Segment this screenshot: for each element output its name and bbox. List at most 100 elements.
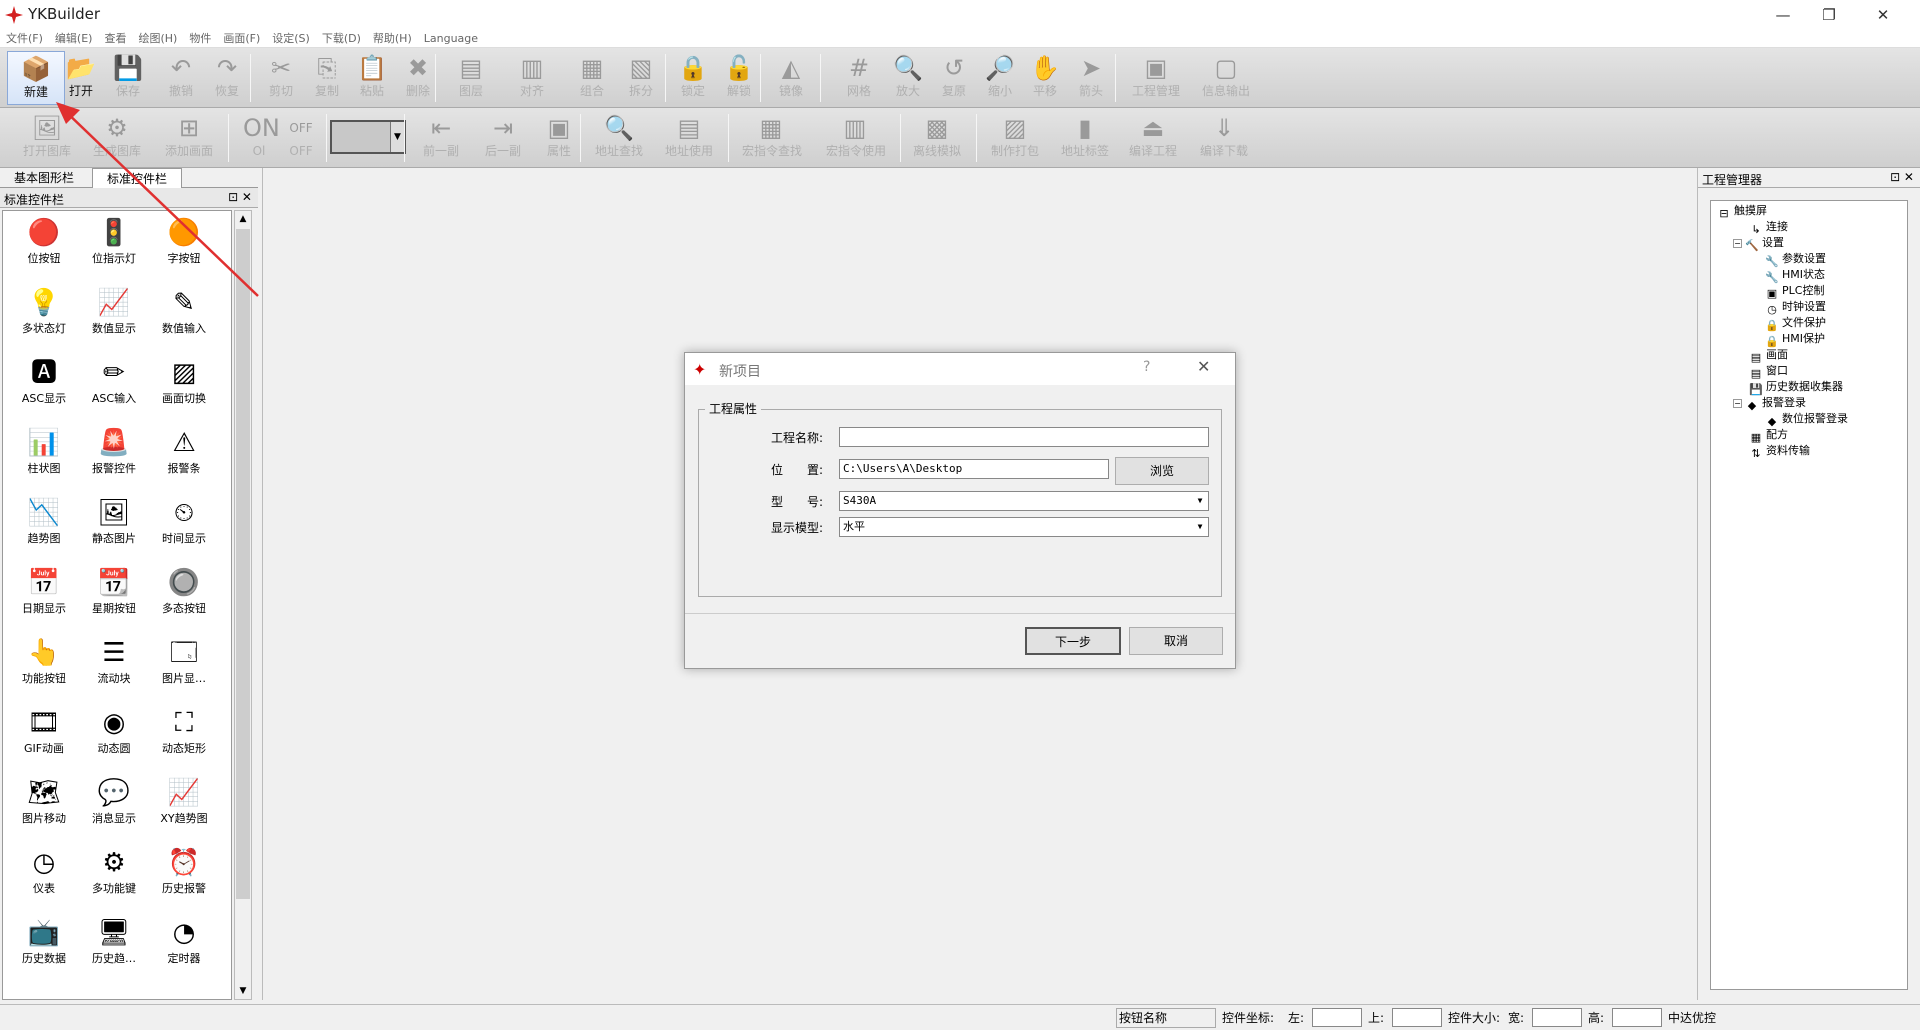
component-item[interactable]: 📆 星期按钮 — [79, 565, 149, 627]
tab-basic-shapes[interactable]: 基本图形栏 — [0, 168, 88, 188]
component-item[interactable]: ◷ 仪表 — [9, 845, 79, 907]
menu-item-3[interactable]: 绘图(H) — [132, 30, 183, 48]
component-item[interactable]: 🔘 多态按钮 — [149, 565, 219, 627]
toolbar-button-13[interactable]: ▨ 制作打包 — [986, 111, 1044, 165]
component-item[interactable]: 🖥 历史趋… — [79, 915, 149, 977]
tree-node[interactable]: ⊟ 触摸屏 — [1717, 203, 1767, 220]
next-button[interactable]: 下一步 — [1025, 627, 1121, 655]
component-item[interactable]: 🗺 图片移动 — [9, 775, 79, 837]
tree-node[interactable]: ◷ 时钟设置 — [1765, 299, 1826, 316]
menu-item-1[interactable]: 编辑(E) — [49, 30, 99, 48]
component-item[interactable]: 📊 柱状图 — [9, 425, 79, 487]
menu-item-2[interactable]: 查看 — [98, 30, 132, 48]
component-item[interactable]: 🗔 图片显… — [149, 635, 219, 697]
menu-item-7[interactable]: 下载(D) — [316, 30, 367, 48]
tree-node[interactable]: − 🔨 设置 — [1733, 235, 1784, 252]
location-input[interactable]: C:\Users\A\Desktop — [839, 459, 1109, 479]
component-item[interactable]: 📅 日期显示 — [9, 565, 79, 627]
tree-node[interactable]: ▦ 配方 — [1749, 427, 1788, 444]
toolbar-button-5[interactable]: ⇤ 前一副 — [412, 111, 470, 165]
menu-item-9[interactable]: Language — [418, 30, 484, 48]
menu-item-6[interactable]: 设定(S) — [266, 30, 316, 48]
color-picker[interactable]: ▼ — [330, 120, 406, 154]
component-item[interactable]: 📺 历史数据 — [9, 915, 79, 977]
component-item[interactable]: 🔴 位按钮 — [9, 215, 79, 277]
toolbar-button-1[interactable]: ⚙ 生成图库 — [88, 111, 146, 165]
collapse-icon[interactable]: − — [1733, 239, 1742, 248]
component-item[interactable]: 🚦 位指示灯 — [79, 215, 149, 277]
tree-node[interactable]: ⇅ 资料传输 — [1749, 443, 1810, 460]
toolbar-button-22[interactable]: ▣ 工程管理 — [1127, 51, 1185, 105]
tree-node[interactable]: ▤ 画面 — [1749, 347, 1788, 364]
toolbar-button-2[interactable]: 💾 保存 — [99, 51, 157, 105]
toolbar-button-10[interactable]: ▦ 宏指令查找 — [742, 111, 802, 165]
toolbar-button-14[interactable]: ▮ 地址标签 — [1056, 111, 1114, 165]
tree-node[interactable]: ▤ 窗口 — [1749, 363, 1788, 380]
restore-button[interactable]: ❐ — [1806, 0, 1852, 30]
menu-item-5[interactable]: 画面(F) — [217, 30, 266, 48]
component-item[interactable]: 🟠 字按钮 — [149, 215, 219, 277]
component-item[interactable]: 💬 消息显示 — [79, 775, 149, 837]
display-mode-select[interactable]: 水平 ▼ — [839, 517, 1209, 537]
tree-node[interactable]: ↳ 连接 — [1749, 219, 1788, 236]
component-item[interactable]: 👆 功能按钮 — [9, 635, 79, 697]
component-item[interactable]: ◉ 动态圆 — [79, 705, 149, 767]
toolbar-button-11[interactable]: ▥ 宏指令使用 — [826, 111, 886, 165]
tree-node[interactable]: 🔒 HMI保护 — [1765, 331, 1825, 348]
cancel-button[interactable]: 取消 — [1129, 627, 1223, 655]
component-item[interactable]: 🎞 GIF动画 — [9, 705, 79, 767]
scroll-down-icon[interactable]: ▼ — [235, 983, 251, 999]
menu-item-4[interactable]: 物件 — [183, 30, 217, 48]
panel-controls[interactable]: ⊡ ✕ — [1890, 170, 1914, 184]
menu-item-0[interactable]: 文件(F) — [0, 30, 49, 48]
toolbar-button-4[interactable]: OFF OFF — [272, 111, 330, 165]
component-item[interactable]: ✏ ASC输入 — [79, 355, 149, 417]
toolbar-button-8[interactable]: ✖ 删除 — [389, 51, 447, 105]
component-item[interactable]: 💡 多状态灯 — [9, 285, 79, 347]
close-button[interactable]: ✕ — [1860, 0, 1906, 30]
component-item[interactable]: 🚨 报警控件 — [79, 425, 149, 487]
toolbar-button-6[interactable]: ⇥ 后一副 — [474, 111, 532, 165]
component-item[interactable]: 📈 数值显示 — [79, 285, 149, 347]
component-item[interactable]: ⏰ 历史报警 — [149, 845, 219, 907]
toolbar-button-15[interactable]: ⏏ 编译工程 — [1124, 111, 1182, 165]
toolbar-button-12[interactable]: ▧ 拆分 — [612, 51, 670, 105]
toolbar-button-0[interactable]: 🖼 打开图库 — [18, 111, 76, 165]
scroll-up-icon[interactable]: ▲ — [235, 211, 251, 227]
component-item[interactable]: ⚙ 多功能键 — [79, 845, 149, 907]
toolbar-button-4[interactable]: ↷ 恢复 — [198, 51, 256, 105]
tree-node[interactable]: ▣ PLC控制 — [1765, 283, 1825, 300]
model-select[interactable]: S430A ▼ — [839, 491, 1209, 511]
tab-standard-controls[interactable]: 标准控件栏 — [92, 168, 183, 188]
browse-button[interactable]: 浏览 — [1115, 457, 1209, 485]
component-item[interactable]: ⛶ 动态矩形 — [149, 705, 219, 767]
toolbar-button-9[interactable]: ▤ 图层 — [442, 51, 500, 105]
component-item[interactable]: ▨ 画面切换 — [149, 355, 219, 417]
collapse-icon[interactable]: − — [1733, 399, 1742, 408]
toolbar-button-16[interactable]: ⇓ 编译下载 — [1195, 111, 1253, 165]
scroll-thumb[interactable] — [236, 229, 250, 899]
component-item[interactable]: ✎ 数值输入 — [149, 285, 219, 347]
toolbar-button-8[interactable]: 🔍 地址查找 — [590, 111, 648, 165]
help-icon[interactable]: ? — [1143, 359, 1150, 375]
palette-scrollbar[interactable]: ▲ ▼ — [234, 210, 252, 1000]
tree-node[interactable]: ◆ 数位报警登录 — [1765, 411, 1848, 428]
menu-item-8[interactable]: 帮助(H) — [367, 30, 418, 48]
toolbar-button-9[interactable]: ▤ 地址使用 — [660, 111, 718, 165]
tree-node[interactable]: 🔧 参数设置 — [1765, 251, 1826, 268]
tree-node[interactable]: 🔧 HMI状态 — [1765, 267, 1825, 284]
minimize-button[interactable]: — — [1760, 0, 1806, 30]
component-item[interactable]: ⏲ 时间显示 — [149, 495, 219, 557]
toolbar-button-12[interactable]: ▩ 离线模拟 — [908, 111, 966, 165]
toolbar-button-10[interactable]: ▥ 对齐 — [503, 51, 561, 105]
panel-controls[interactable]: ⊡ ✕ — [228, 190, 252, 204]
tree-node[interactable]: 🔒 文件保护 — [1765, 315, 1826, 332]
component-item[interactable]: 📉 趋势图 — [9, 495, 79, 557]
tree-node[interactable]: 💾 历史数据收集器 — [1749, 379, 1843, 396]
component-item[interactable]: 🖼 静态图片 — [79, 495, 149, 557]
component-item[interactable]: 📈 XY趋势图 — [149, 775, 219, 837]
component-item[interactable]: ☰ 流动块 — [79, 635, 149, 697]
component-item[interactable]: ⚠ 报警条 — [149, 425, 219, 487]
toolbar-button-23[interactable]: ▢ 信息输出 — [1197, 51, 1255, 105]
component-item[interactable]: 🅰 ASC显示 — [9, 355, 79, 417]
